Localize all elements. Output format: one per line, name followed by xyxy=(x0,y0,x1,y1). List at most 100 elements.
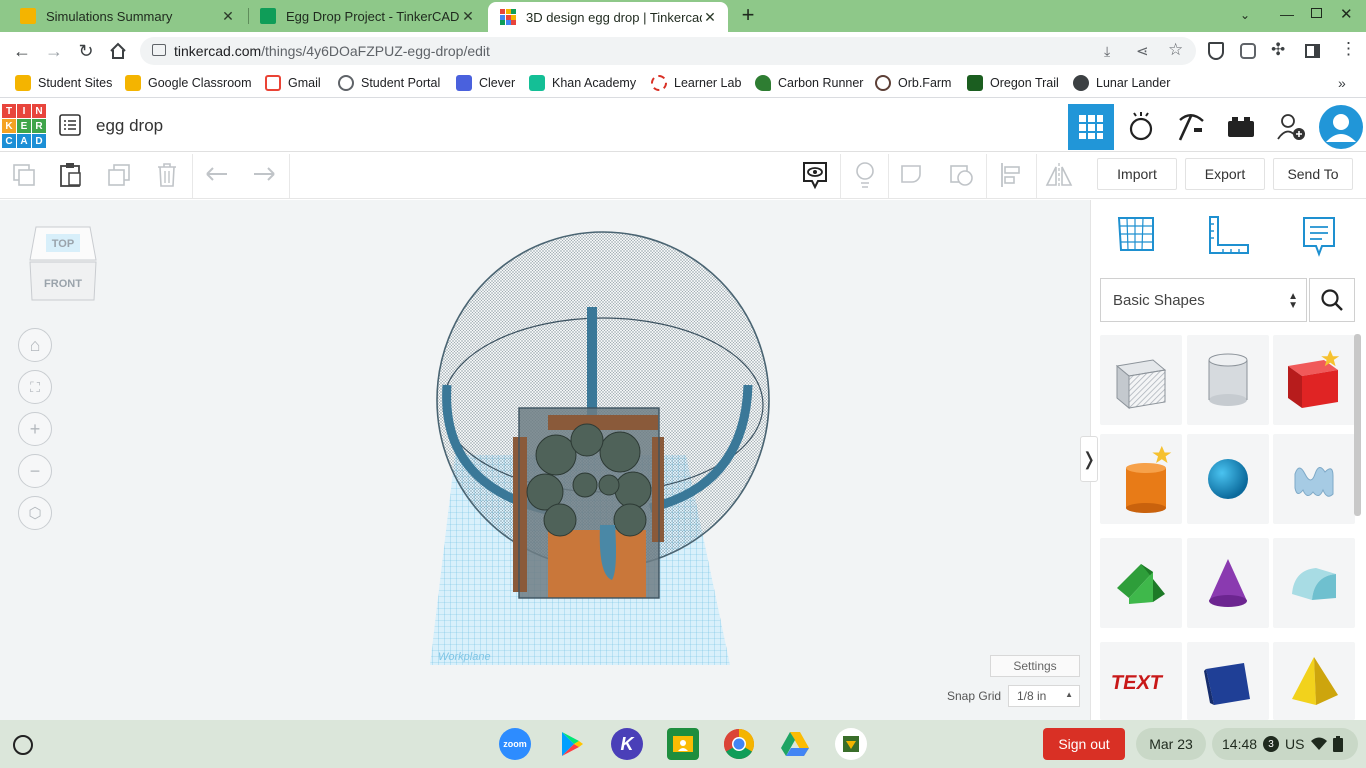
install-app-icon[interactable]: ⤓ xyxy=(1104,43,1110,60)
k-app-icon[interactable]: K xyxy=(611,728,643,760)
send-to-button[interactable]: Send To xyxy=(1273,158,1353,190)
slides-favicon-icon xyxy=(20,8,36,24)
shape-library-select[interactable]: Basic Shapes ▲ ▼ xyxy=(1100,278,1307,322)
workplane-tool-icon[interactable] xyxy=(1115,214,1157,256)
tab-3d-design-active[interactable]: 3D design egg drop | Tinkercad ✕ xyxy=(488,2,728,32)
bookmark-khan-academy[interactable]: Khan Academy xyxy=(529,75,636,91)
shape-text[interactable]: TEXT xyxy=(1100,642,1182,720)
bookmark-learner-lab[interactable]: Learner Lab xyxy=(651,75,741,91)
shape-cylinder[interactable] xyxy=(1100,434,1182,524)
tab-search-chevron-icon[interactable]: ⌄ xyxy=(1240,8,1250,22)
bookmarks-overflow-icon[interactable]: » xyxy=(1338,75,1346,91)
classroom-app-icon[interactable] xyxy=(667,728,699,760)
tab-simulations-summary[interactable]: Simulations Summary ✕ xyxy=(8,0,246,32)
side-panel-icon[interactable] xyxy=(1305,44,1320,58)
bookmark-clever[interactable]: Clever xyxy=(456,75,515,91)
shape-box[interactable] xyxy=(1273,335,1355,425)
ruler-tool-icon[interactable] xyxy=(1207,214,1251,258)
home-view-icon[interactable]: ⌂ xyxy=(18,328,52,362)
shape-roof[interactable] xyxy=(1100,538,1182,628)
home-icon[interactable] xyxy=(105,38,131,64)
zoom-in-icon[interactable]: + xyxy=(18,412,52,446)
app-icon[interactable] xyxy=(835,728,867,760)
close-icon[interactable]: ✕ xyxy=(702,9,718,26)
3d-design-view-icon[interactable] xyxy=(1068,104,1114,150)
bookmark-student-portal[interactable]: Student Portal xyxy=(338,75,440,91)
zoom-out-icon[interactable]: − xyxy=(18,454,52,488)
window-close-icon[interactable]: ✕ xyxy=(1340,5,1353,23)
play-store-icon[interactable] xyxy=(556,728,588,760)
import-button[interactable]: Import xyxy=(1097,158,1177,190)
codeblocks-icon[interactable] xyxy=(1118,104,1164,150)
zoom-icon[interactable]: zoom xyxy=(499,728,531,760)
panel-collapse-chevron-icon[interactable]: ❭ xyxy=(1080,436,1098,482)
bricks-pickaxe-icon[interactable] xyxy=(1168,104,1214,150)
forward-icon[interactable]: → xyxy=(41,38,67,64)
shape-round-roof[interactable] xyxy=(1273,538,1355,628)
ortho-view-icon[interactable]: ⬡ xyxy=(18,496,52,530)
bookmark-carbon-runner[interactable]: Carbon Runner xyxy=(755,75,863,91)
export-button[interactable]: Export xyxy=(1185,158,1265,190)
bookmark-student-sites[interactable]: Student Sites xyxy=(15,75,112,91)
bookmark-orb-farm[interactable]: Orb.Farm xyxy=(875,75,951,91)
shape-scribble[interactable] xyxy=(1273,434,1355,524)
duplicate-icon[interactable] xyxy=(104,160,134,190)
group-icon[interactable] xyxy=(898,160,928,190)
close-icon[interactable]: ✕ xyxy=(460,8,476,25)
bookmark-gmail[interactable]: Gmail xyxy=(265,75,321,91)
sign-out-button[interactable]: Sign out xyxy=(1043,728,1125,760)
panel-scrollbar[interactable] xyxy=(1354,334,1361,516)
chrome-icon[interactable] xyxy=(723,728,755,760)
copy-icon[interactable] xyxy=(9,160,39,190)
add-user-icon[interactable] xyxy=(1268,104,1314,150)
shape-sphere[interactable] xyxy=(1187,434,1269,524)
minimize-icon[interactable]: — xyxy=(1280,6,1294,22)
shape-box-hole[interactable] xyxy=(1100,335,1182,425)
3d-workspace[interactable]: Workplane TOP FRONT ⌂ ⛶ + − ⬡ xyxy=(0,200,1090,720)
view-cube[interactable]: TOP FRONT xyxy=(28,224,98,304)
browser-menu-icon[interactable]: ⋮ xyxy=(1340,39,1357,59)
snap-grid-select[interactable]: 1/8 in ▲ xyxy=(1008,685,1080,707)
shape-wedge[interactable] xyxy=(1187,642,1269,720)
extension-screen-icon[interactable] xyxy=(1240,43,1256,59)
lightbulb-icon[interactable] xyxy=(850,160,880,190)
bookmark-lunar-lander[interactable]: Lunar Lander xyxy=(1073,75,1170,91)
restore-icon[interactable] xyxy=(1311,8,1322,18)
extension-shield-icon[interactable] xyxy=(1208,42,1224,60)
tinkercad-logo[interactable]: T I N K E R C A D xyxy=(2,104,46,148)
shape-search-button[interactable] xyxy=(1309,278,1355,322)
settings-button[interactable]: Settings xyxy=(990,655,1080,677)
profile-avatar[interactable] xyxy=(1318,104,1364,150)
lego-brick-icon[interactable] xyxy=(1218,104,1264,150)
align-icon[interactable] xyxy=(996,160,1026,190)
shape-cylinder-hole[interactable] xyxy=(1187,335,1269,425)
design-name[interactable]: egg drop xyxy=(96,116,163,136)
bookmark-star-icon[interactable]: ☆ xyxy=(1168,40,1183,60)
undo-icon[interactable] xyxy=(202,160,232,190)
drive-icon[interactable] xyxy=(779,728,811,760)
date-display[interactable]: Mar 23 xyxy=(1136,728,1206,760)
bookmark-oregon-trail[interactable]: Oregon Trail xyxy=(967,75,1059,91)
mirror-icon[interactable] xyxy=(1044,160,1074,190)
notes-icon[interactable] xyxy=(800,160,830,190)
tab-egg-drop-project[interactable]: Egg Drop Project - TinkerCAD ✕ xyxy=(248,0,486,32)
fit-view-icon[interactable]: ⛶ xyxy=(18,370,52,404)
back-icon[interactable]: ← xyxy=(9,38,35,64)
design-list-icon[interactable] xyxy=(59,114,81,136)
notes-tool-icon[interactable] xyxy=(1302,216,1336,258)
reload-icon[interactable]: ↻ xyxy=(73,38,99,64)
paste-icon[interactable] xyxy=(56,160,86,190)
extensions-puzzle-icon[interactable]: ✣ xyxy=(1271,40,1285,60)
shape-cone[interactable] xyxy=(1187,538,1269,628)
bookmark-google-classroom[interactable]: Google Classroom xyxy=(125,75,252,91)
site-info-icon[interactable] xyxy=(152,44,166,56)
shape-pyramid[interactable] xyxy=(1273,642,1355,720)
ungroup-icon[interactable] xyxy=(947,160,977,190)
share-icon[interactable]: ⋖ xyxy=(1136,42,1149,60)
launcher-icon[interactable] xyxy=(13,735,33,755)
delete-icon[interactable] xyxy=(152,160,182,190)
redo-icon[interactable] xyxy=(249,160,279,190)
system-tray[interactable]: 14:48 3 US xyxy=(1212,728,1358,760)
close-icon[interactable]: ✕ xyxy=(220,8,236,25)
new-tab-icon[interactable]: + xyxy=(738,4,758,26)
